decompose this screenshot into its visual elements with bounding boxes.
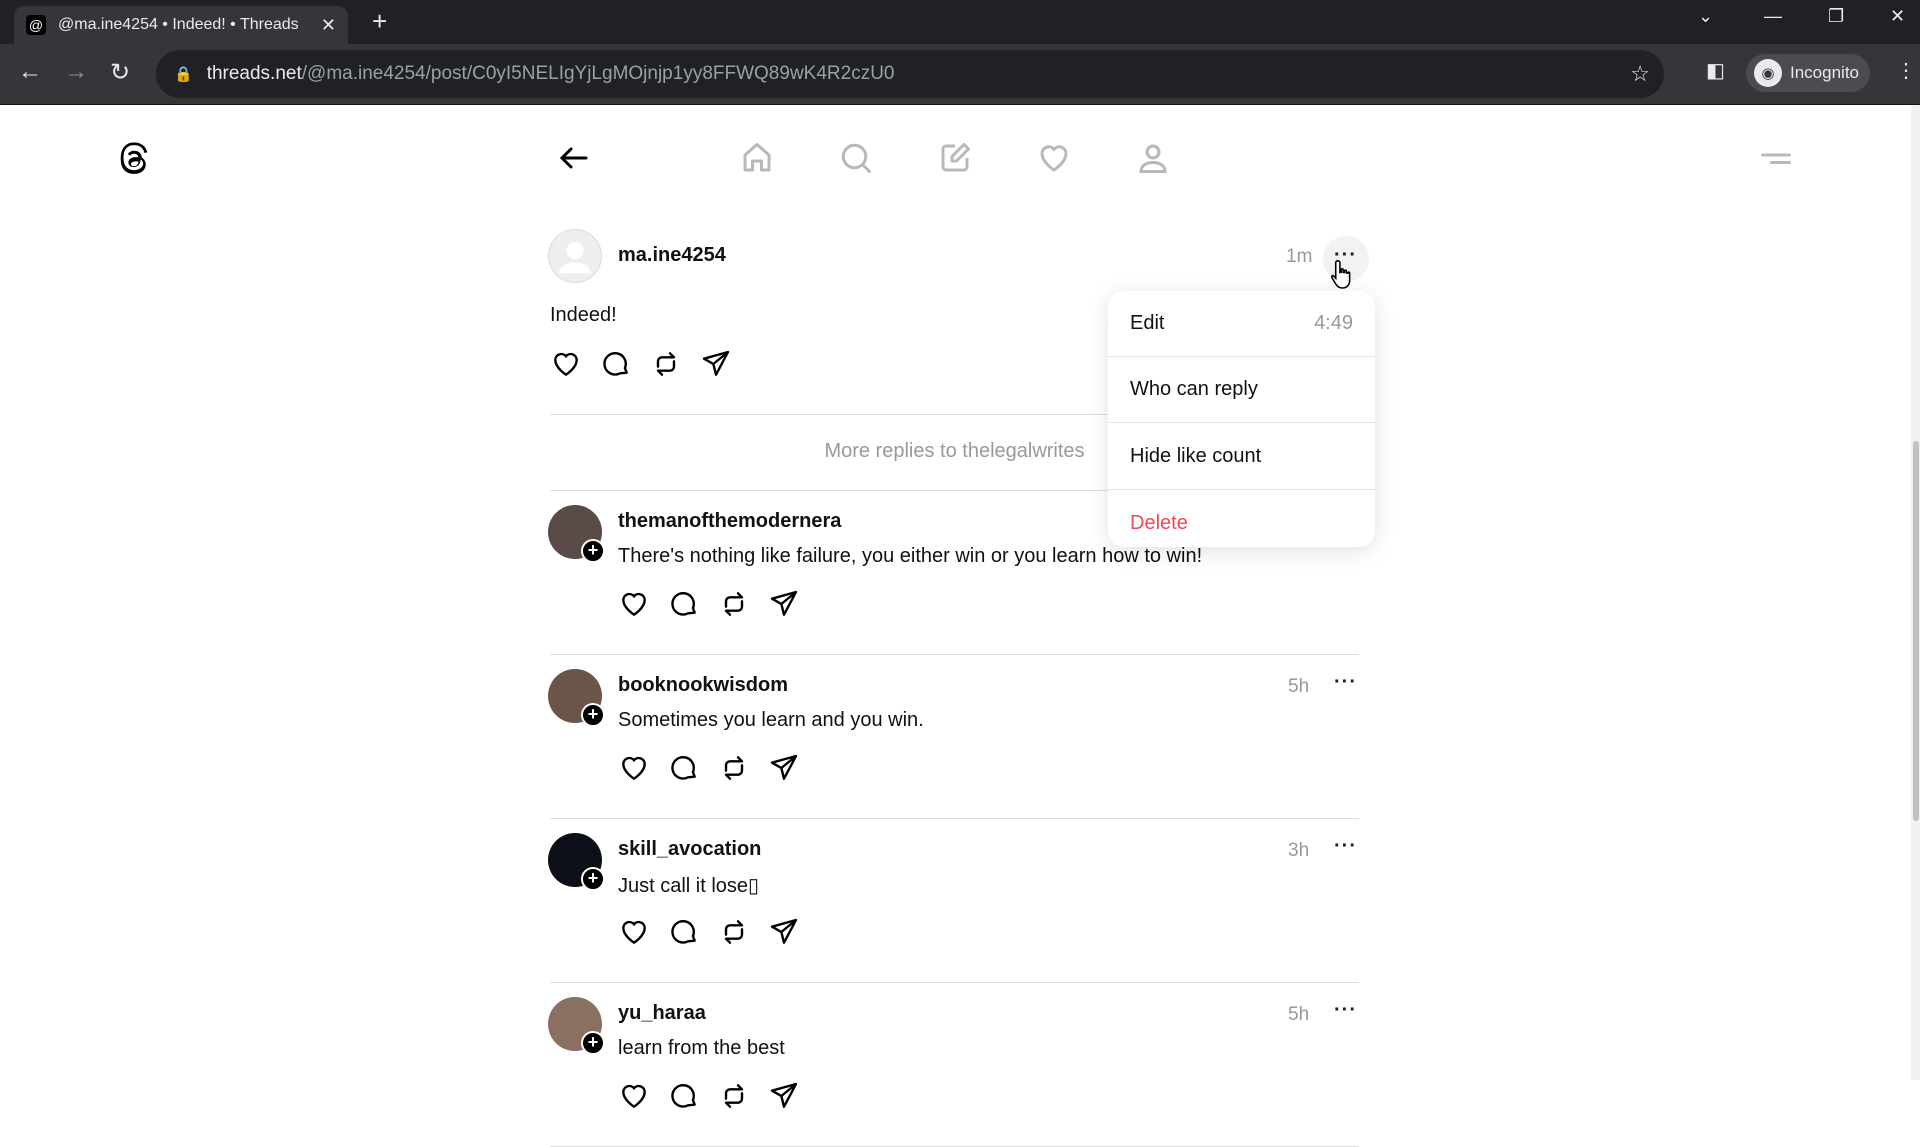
threads-logo-icon[interactable] (113, 138, 155, 180)
profile-icon[interactable] (1135, 140, 1171, 176)
like-icon[interactable] (550, 348, 582, 380)
tab-search-icon[interactable]: ⌄ (1698, 6, 1713, 27)
reply-time: 3h (1288, 840, 1310, 861)
menu-item-hide-like-count[interactable]: Hide like count (1108, 424, 1375, 490)
reply-time: 5h (1288, 1004, 1310, 1025)
close-window-icon[interactable]: ✕ (1890, 6, 1905, 27)
share-icon[interactable] (768, 752, 800, 784)
post-username[interactable]: ma.ine4254 (618, 244, 726, 267)
repost-icon[interactable] (718, 752, 750, 784)
search-icon[interactable] (838, 140, 874, 176)
reply-username[interactable]: booknookwisdom (618, 674, 788, 697)
url-path: /@ma.ine4254/post/C0yI5NELIgYjLgMOjnjp1y… (301, 63, 895, 84)
divider (550, 654, 1359, 655)
like-icon[interactable] (618, 1080, 650, 1112)
reply-actions (618, 1080, 800, 1112)
follow-plus-icon[interactable]: + (581, 867, 605, 891)
reply-actions (618, 916, 800, 948)
incognito-icon: ◉ (1754, 59, 1782, 87)
more-options-icon[interactable]: ··· (1334, 835, 1357, 858)
side-panel-icon[interactable]: ◧ (1706, 58, 1725, 83)
comment-icon[interactable] (668, 588, 700, 620)
share-icon[interactable] (768, 916, 800, 948)
menu-label: Hide like count (1130, 445, 1262, 467)
menu-label: Delete (1130, 511, 1188, 534)
reply-time: 5h (1288, 676, 1310, 697)
reply-text: learn from the best (618, 1037, 785, 1059)
profile-label: Incognito (1790, 63, 1859, 82)
share-icon[interactable] (768, 1080, 800, 1112)
incognito-badge[interactable]: ◉ Incognito (1746, 54, 1870, 92)
reply-text: Sometimes you learn and you win. (618, 709, 924, 731)
menu-label: Who can reply (1130, 378, 1258, 400)
forward-icon[interactable]: → (64, 58, 88, 86)
divider (550, 982, 1359, 983)
comment-icon[interactable] (668, 916, 700, 948)
comment-icon[interactable] (600, 348, 632, 380)
browser-toolbar: ← → ↻ 🔒 threads.net/@ma.ine4254/post/C0y… (0, 44, 1920, 105)
reply-actions (618, 752, 800, 784)
repost-icon[interactable] (718, 1080, 750, 1112)
avatar[interactable] (548, 229, 602, 283)
reply-username[interactable]: yu_haraa (618, 1002, 706, 1025)
restore-icon[interactable]: ❐ (1828, 6, 1844, 27)
menu-item-who-can-reply[interactable]: Who can reply (1108, 357, 1375, 423)
comment-icon[interactable] (668, 752, 700, 784)
reply-username[interactable]: themanofthemodernera (618, 510, 841, 533)
browser-tab-strip: @ @ma.ine4254 • Indeed! • Threads ✕ + ⌄ … (0, 0, 1920, 44)
back-icon[interactable]: ← (18, 58, 42, 86)
share-icon[interactable] (700, 348, 732, 380)
threads-favicon-icon: @ (26, 15, 46, 35)
follow-plus-icon[interactable]: + (581, 703, 605, 727)
more-options-icon[interactable]: ··· (1334, 999, 1357, 1022)
post-text: Indeed! (550, 304, 617, 326)
like-icon[interactable] (618, 752, 650, 784)
activity-heart-icon[interactable] (1036, 140, 1072, 176)
post-actions (550, 348, 732, 380)
compose-icon[interactable] (937, 140, 973, 176)
home-icon[interactable] (739, 140, 775, 176)
reply-username[interactable]: skill_avocation (618, 838, 761, 861)
more-options-icon[interactable]: ··· (1334, 671, 1357, 694)
reload-icon[interactable]: ↻ (110, 58, 130, 87)
edit-timer: 4:49 (1314, 312, 1353, 334)
comment-icon[interactable] (668, 1080, 700, 1112)
follow-plus-icon[interactable]: + (581, 539, 605, 563)
hand-cursor-icon (1330, 259, 1351, 289)
lock-icon: 🔒 (174, 66, 193, 83)
back-arrow-icon[interactable] (556, 140, 592, 176)
repost-icon[interactable] (650, 348, 682, 380)
reply-actions (618, 588, 800, 620)
close-tab-icon[interactable]: ✕ (321, 15, 336, 36)
bookmark-star-icon[interactable]: ☆ (1630, 61, 1650, 87)
menu-item-edit[interactable]: Edit 4:49 (1108, 291, 1375, 357)
follow-plus-icon[interactable]: + (581, 1031, 605, 1055)
minimize-icon[interactable]: — (1764, 6, 1782, 27)
menu-label: Edit (1130, 312, 1165, 334)
post-options-menu: Edit 4:49 Who can reply Hide like count D… (1108, 291, 1375, 547)
new-tab-icon[interactable]: + (372, 6, 387, 37)
scrollbar-thumb[interactable] (1913, 441, 1919, 821)
like-icon[interactable] (618, 588, 650, 620)
reply-text: Just call it lose▯ (618, 875, 760, 897)
address-bar[interactable]: 🔒 threads.net/@ma.ine4254/post/C0yI5NELI… (156, 50, 1664, 98)
share-icon[interactable] (768, 588, 800, 620)
repost-icon[interactable] (718, 588, 750, 620)
tab-title: @ma.ine4254 • Indeed! • Threads (58, 16, 299, 33)
repost-icon[interactable] (718, 916, 750, 948)
url-host: threads.net (206, 63, 302, 84)
hamburger-menu-icon[interactable] (1758, 140, 1794, 176)
like-icon[interactable] (618, 916, 650, 948)
divider (550, 818, 1359, 819)
post-time: 1m (1286, 246, 1313, 267)
browser-tab[interactable]: @ @ma.ine4254 • Indeed! • Threads ✕ (14, 6, 348, 44)
menu-item-delete[interactable]: Delete (1108, 490, 1375, 556)
browser-menu-icon[interactable]: ⋮ (1896, 58, 1916, 83)
